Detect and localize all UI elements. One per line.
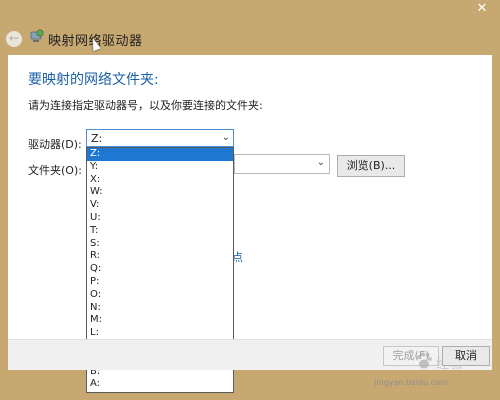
drive-option[interactable]: U: (87, 212, 233, 225)
watermark-url: jingyan.baidu.com (374, 378, 448, 387)
drive-option[interactable]: O: (87, 289, 233, 302)
chevron-down-icon[interactable]: ⌄ (222, 132, 230, 143)
drive-option[interactable]: X: (87, 174, 233, 187)
close-button[interactable]: ✕ (464, 0, 500, 20)
drive-option[interactable]: V: (87, 199, 233, 212)
drive-option[interactable]: M: (87, 314, 233, 327)
page-title: 要映射的网络文件夹: (28, 72, 159, 88)
window-border-left (0, 0, 8, 400)
folder-label: 文件夹(O): (28, 164, 82, 177)
browse-button[interactable]: 浏览(B)... (337, 155, 405, 177)
chevron-down-icon[interactable]: ⌄ (317, 157, 325, 168)
drive-option[interactable]: R: (87, 250, 233, 263)
drive-option[interactable]: Q: (87, 263, 233, 276)
drive-select[interactable]: Z: ⌄ (86, 129, 234, 147)
drive-option[interactable]: W: (87, 186, 233, 199)
drive-option[interactable]: S: (87, 238, 233, 251)
drive-option[interactable]: Z: (87, 148, 233, 161)
drive-option[interactable]: P: (87, 276, 233, 289)
drive-option[interactable]: A: (87, 378, 233, 391)
window-border-right (492, 0, 500, 400)
drive-option[interactable]: N: (87, 302, 233, 315)
folder-input[interactable]: ⌄ (234, 154, 330, 174)
drive-option[interactable]: T: (87, 225, 233, 238)
drive-option[interactable]: Y: (87, 161, 233, 174)
network-drive-icon (30, 29, 44, 42)
drive-label: 驱动器(D): (28, 138, 82, 151)
cancel-button[interactable]: 取消 (442, 346, 490, 366)
instruction-text: 请为连接指定驱动器号，以及你要连接的文件夹: (28, 99, 263, 112)
back-icon[interactable]: ← (6, 31, 22, 47)
drive-select-value: Z: (91, 132, 103, 145)
baidu-paw-icon (417, 352, 432, 369)
